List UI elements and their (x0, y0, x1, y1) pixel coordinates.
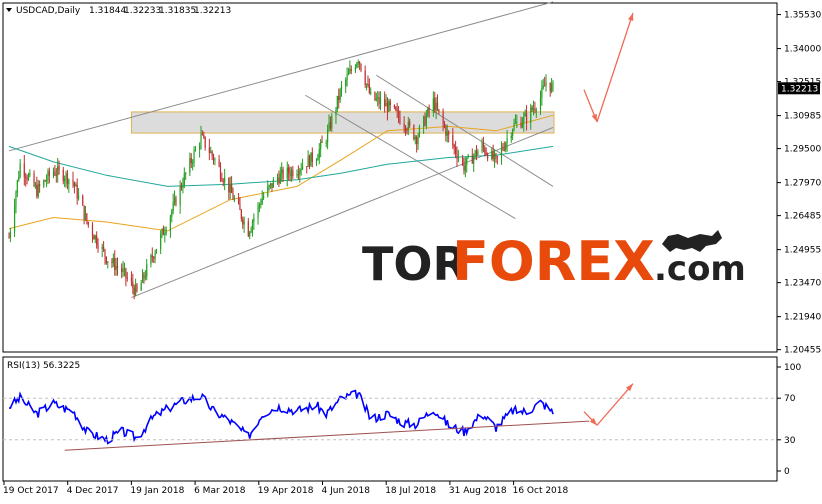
date-tick-label: 16 Oct 2018 (513, 486, 569, 496)
chart-root: USDCAD,Daily 1.31844 1.32233 1.31835 1.3… (0, 0, 822, 500)
rsi-tick-label: 100 (784, 363, 801, 373)
ohlc-low: 1.31835 (159, 6, 196, 16)
price-tick-label: 1.20455 (784, 346, 821, 356)
watermark: TOR FOREX .com (362, 230, 746, 293)
price-tick-label: 1.29500 (784, 145, 821, 155)
date-tick-label: 31 Aug 2018 (449, 486, 507, 496)
rsi-tick-label: 70 (784, 394, 796, 404)
price-tick-label: 1.21940 (784, 313, 821, 323)
date-tick-label: 19 Jan 2018 (130, 486, 184, 496)
date-tick-label: 4 Dec 2017 (67, 486, 119, 496)
date-tick-label: 19 Oct 2017 (3, 486, 59, 496)
price-tick-label: 1.26485 (784, 212, 821, 222)
ohlc-close: 1.32213 (194, 6, 231, 16)
current-price-label: 1.32213 (781, 84, 818, 94)
chart-svg: USDCAD,Daily 1.31844 1.32233 1.31835 1.3… (2, 1, 821, 496)
price-tick-label: 1.35530 (784, 11, 821, 21)
date-tick-label: 19 Apr 2018 (258, 486, 314, 496)
ohlc-open: 1.31844 (89, 6, 126, 16)
price-tick-label: 1.30985 (784, 112, 821, 122)
price-tick-label: 1.27970 (784, 179, 821, 189)
rsi-panel-title: RSI(13) 56.3225 (7, 361, 80, 371)
watermark-forex: FOREX (452, 230, 655, 293)
price-tick-label: 1.23470 (784, 279, 821, 289)
rsi-tick-label: 0 (784, 467, 790, 477)
price-tick-label: 1.34000 (784, 45, 821, 55)
date-tick-label: 6 Mar 2018 (194, 486, 246, 496)
date-tick-label: 4 Jun 2018 (322, 486, 371, 496)
date-tick-label: 18 Jul 2018 (385, 486, 436, 496)
rsi-tick-label: 30 (784, 436, 796, 446)
rsi-panel (2, 356, 778, 482)
watermark-com: .com (654, 249, 746, 289)
price-tick-label: 1.24955 (784, 246, 821, 256)
ohlc-high: 1.32233 (124, 6, 161, 16)
price-panel-title: USDCAD,Daily (16, 6, 81, 16)
